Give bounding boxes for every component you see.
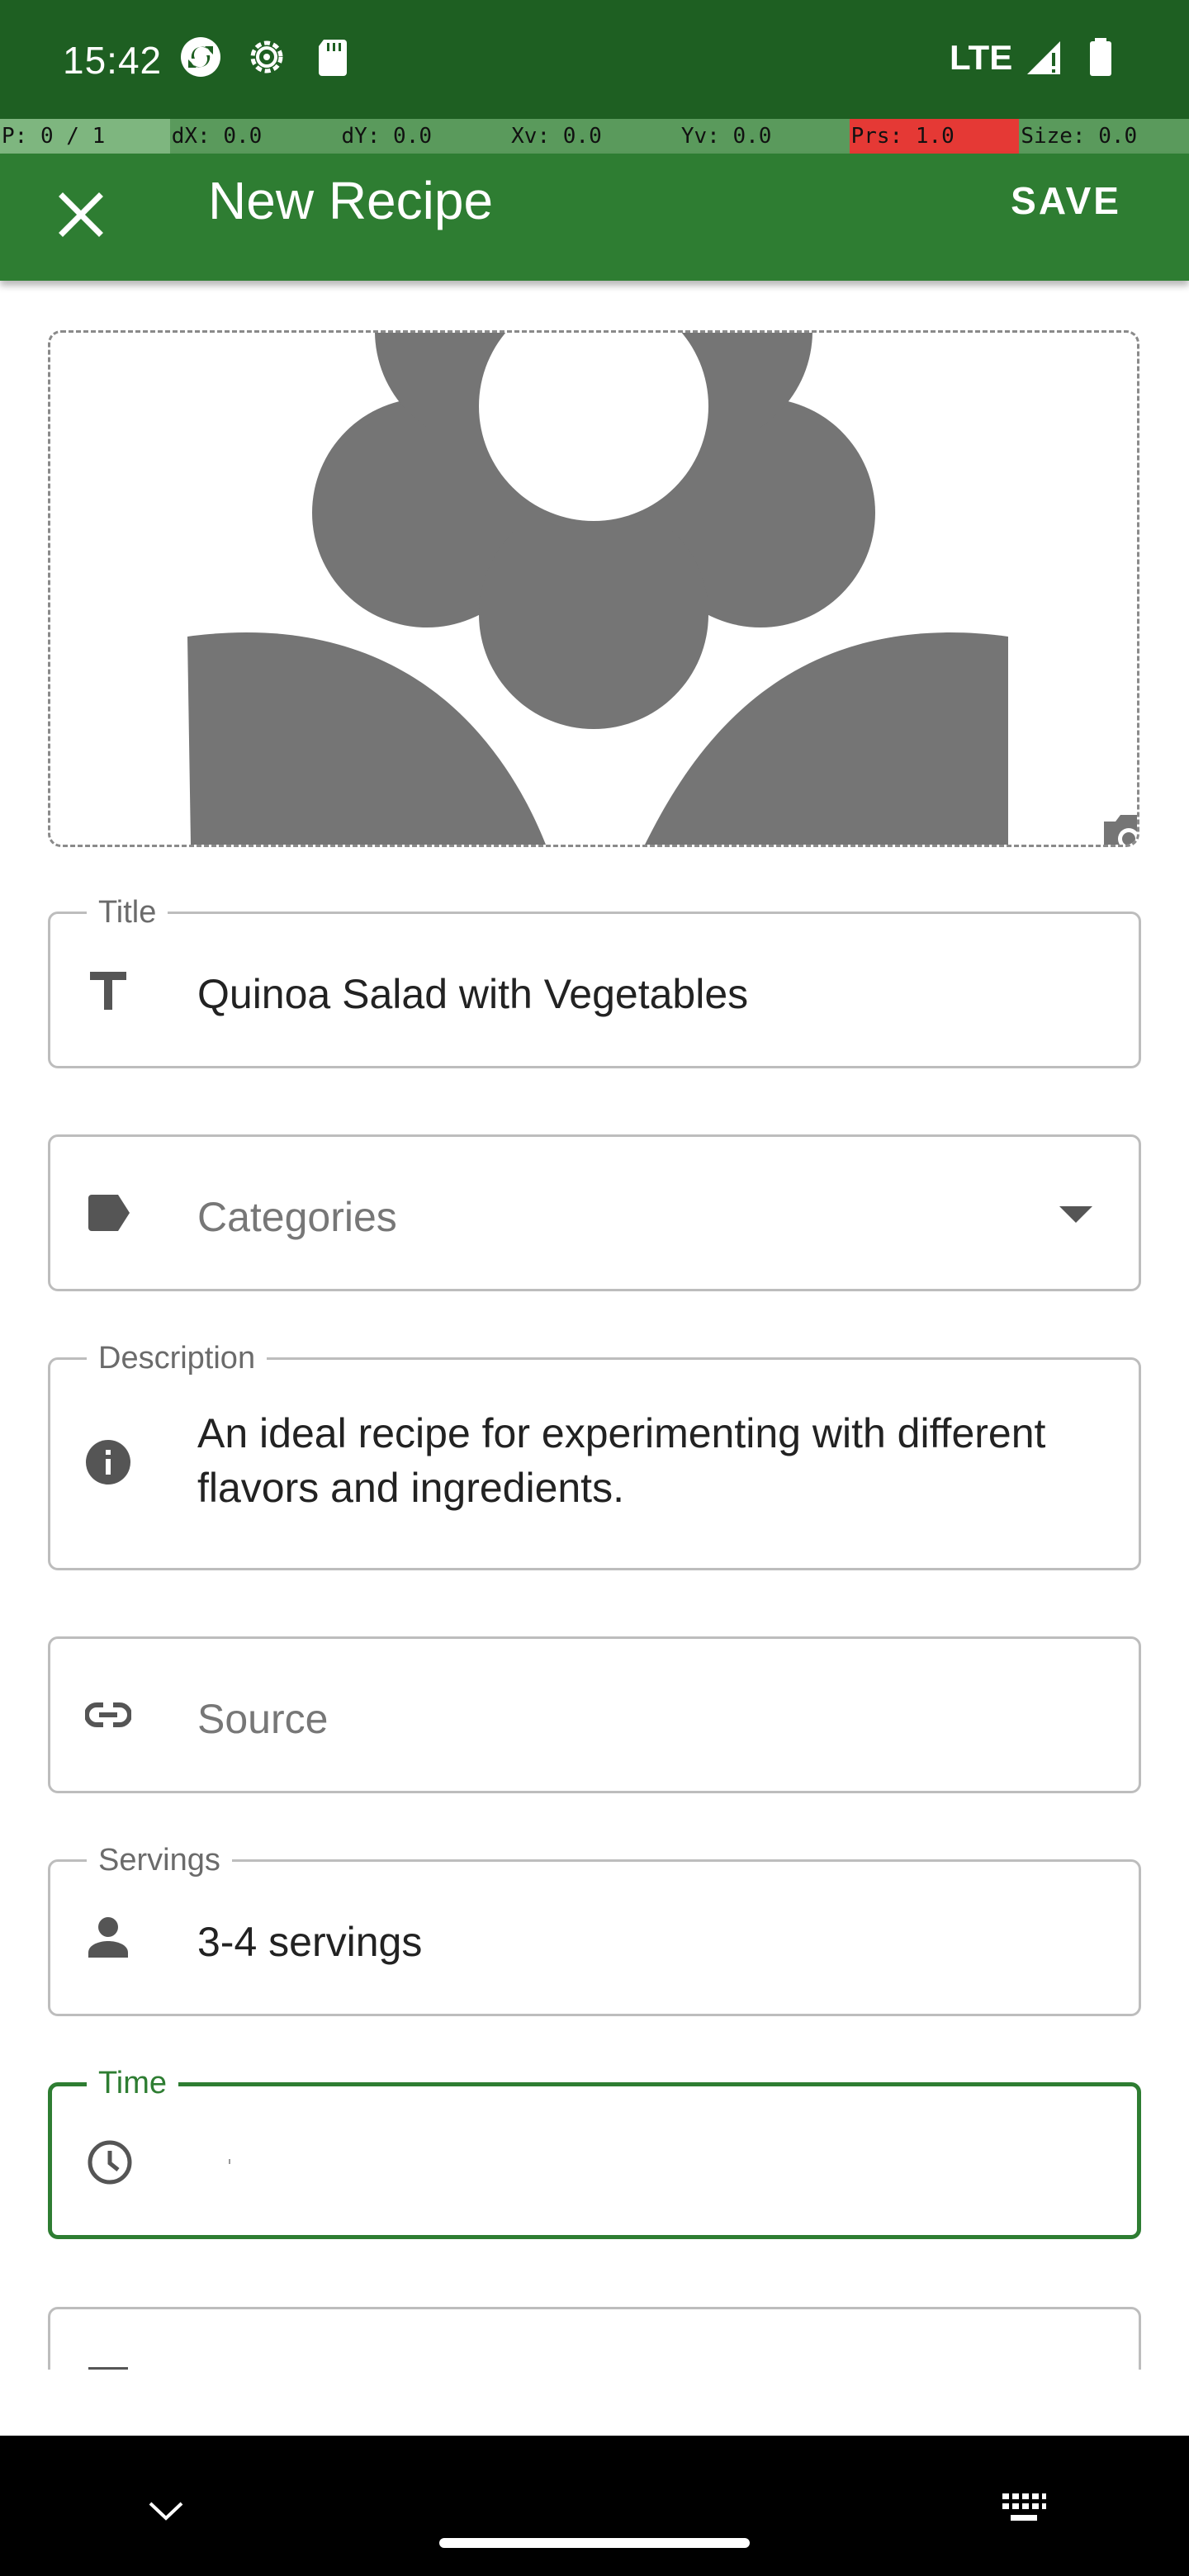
status-time: 15:42	[63, 39, 163, 82]
source-field[interactable]: Source	[48, 1636, 1141, 1793]
battery-icon	[1090, 38, 1111, 76]
navigation-bar	[0, 2436, 1189, 2576]
categories-select[interactable]: Categories	[197, 1190, 397, 1244]
title-field[interactable]: Title Quinoa Salad with Vegetables	[48, 894, 1141, 1068]
network-type: LTE	[950, 38, 1013, 77]
camera-icon[interactable]	[1097, 803, 1139, 847]
debug-dy: dY: 0.0	[339, 119, 510, 154]
close-icon[interactable]	[40, 173, 122, 256]
link-icon	[85, 1702, 131, 1727]
title-field-label: Title	[87, 894, 168, 930]
label-tag-icon	[88, 1195, 130, 1231]
time-field-label: Time	[87, 2065, 179, 2101]
pointer-location-bar: P: 0 / 1 dX: 0.0 dY: 0.0 Xv: 0.0 Yv: 0.0…	[0, 119, 1189, 154]
signal-icon	[1027, 41, 1060, 74]
info-icon	[86, 1440, 130, 1485]
description-field[interactable]: Description An ideal recipe for experime…	[48, 1340, 1141, 1570]
home-gesture-handle[interactable]	[439, 2538, 750, 2548]
debug-pointer: P: 0 / 1	[2, 124, 106, 149]
status-bar: 15:42 LTE	[0, 0, 1189, 119]
source-input[interactable]: Source	[197, 1692, 328, 1746]
title-t-icon	[90, 972, 126, 1010]
time-field[interactable]: Time	[48, 2065, 1141, 2239]
sync-icon	[181, 37, 220, 77]
chevron-down-icon[interactable]	[1056, 1203, 1096, 1226]
save-button[interactable]: SAVE	[1011, 178, 1121, 223]
image-placeholder-icon	[187, 333, 1008, 845]
debug-xv: Xv: 0.0	[509, 119, 680, 154]
page-title: New Recipe	[208, 171, 494, 230]
recipe-form: Title Quinoa Salad with Vegetables Categ…	[0, 281, 1189, 2370]
keyboard-icon[interactable]	[1001, 2492, 1047, 2525]
app-bar: New Recipe SAVE	[0, 154, 1189, 281]
settings-gear-icon	[250, 40, 283, 73]
servings-input[interactable]: 3-4 servings	[197, 1915, 422, 1969]
chevron-down-icon[interactable]	[145, 2498, 187, 2523]
servings-field-label: Servings	[87, 1842, 232, 1878]
categories-field[interactable]: Categories	[48, 1134, 1141, 1291]
text-cursor	[229, 2159, 230, 2164]
debug-pressure: Prs: 1.0	[849, 119, 1020, 154]
title-input[interactable]: Quinoa Salad with Vegetables	[197, 967, 748, 1021]
next-field[interactable]	[48, 2307, 1141, 2370]
description-field-label: Description	[87, 1340, 268, 1376]
debug-size: Size: 0.0	[1019, 119, 1189, 154]
sd-card-icon	[319, 40, 347, 76]
debug-dx: dX: 0.0	[169, 119, 340, 154]
recipe-photo-picker[interactable]	[48, 330, 1139, 847]
description-input[interactable]: An ideal recipe for experimenting with d…	[197, 1406, 1097, 1515]
debug-yv: Yv: 0.0	[679, 119, 850, 154]
notes-icon	[88, 2367, 128, 2370]
person-icon	[88, 1917, 128, 1958]
servings-field[interactable]: Servings 3-4 servings	[48, 1842, 1141, 2016]
clock-icon	[88, 2140, 132, 2185]
